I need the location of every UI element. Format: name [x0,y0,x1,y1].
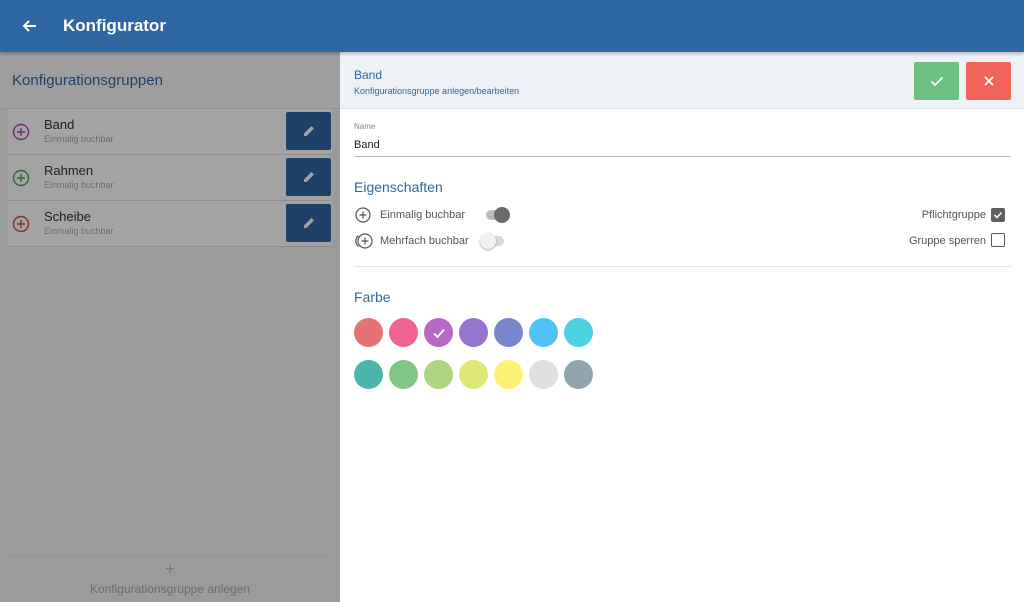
color-swatch[interactable] [354,360,383,389]
add-circle-icon [355,207,371,223]
color-swatch[interactable] [564,318,593,347]
lock-group-checkbox[interactable] [991,233,1005,247]
name-input[interactable]: Band [354,139,1011,151]
checkmark-icon [993,211,1003,219]
color-swatch[interactable] [494,360,523,389]
color-swatch[interactable] [424,318,453,347]
color-swatch[interactable] [459,318,488,347]
color-swatch[interactable] [529,360,558,389]
lock-group-label: Gruppe sperren [908,235,986,247]
save-button[interactable] [914,62,959,100]
arrow-left-icon [22,20,36,32]
option-multiple-booking: Mehrfach buchbar [354,232,469,250]
name-field-label: Name [354,122,376,131]
close-icon [983,76,994,86]
color-swatch[interactable] [459,360,488,389]
single-booking-toggle[interactable] [486,207,510,223]
app-bar: Konfigurator [0,0,1024,52]
mandatory-group-label: Pflichtgruppe [921,209,986,221]
properties-title: Eigenschaften [354,179,443,195]
app-title: Konfigurator [63,16,166,35]
color-swatch[interactable] [424,360,453,389]
mandatory-group-checkbox[interactable] [991,208,1005,222]
editor-header: Band Konfigurationsgruppe anlegen/bearbe… [340,52,1024,109]
color-swatch[interactable] [354,318,383,347]
option-multiple-label: Mehrfach buchbar [380,235,469,247]
checkmark-icon [930,76,943,87]
checkmark-icon [432,328,445,338]
color-swatch[interactable] [389,318,418,347]
color-swatch[interactable] [389,360,418,389]
add-circle-multiple-icon [355,233,373,249]
option-single-label: Einmalig buchbar [380,209,465,221]
color-title: Farbe [354,289,391,305]
cancel-button[interactable] [966,62,1011,100]
name-field[interactable]: Name Band [354,122,1011,157]
divider [354,266,1011,267]
multiple-booking-toggle[interactable] [480,233,504,249]
modal-backdrop[interactable] [0,52,340,602]
group-editor-panel: Band Konfigurationsgruppe anlegen/bearbe… [340,52,1024,602]
toggle-knob [480,233,496,249]
back-button[interactable] [0,0,58,52]
color-swatch[interactable] [494,318,523,347]
toggle-knob [494,207,510,223]
color-swatch[interactable] [529,318,558,347]
option-single-booking: Einmalig buchbar [354,206,465,224]
color-swatch[interactable] [564,360,593,389]
